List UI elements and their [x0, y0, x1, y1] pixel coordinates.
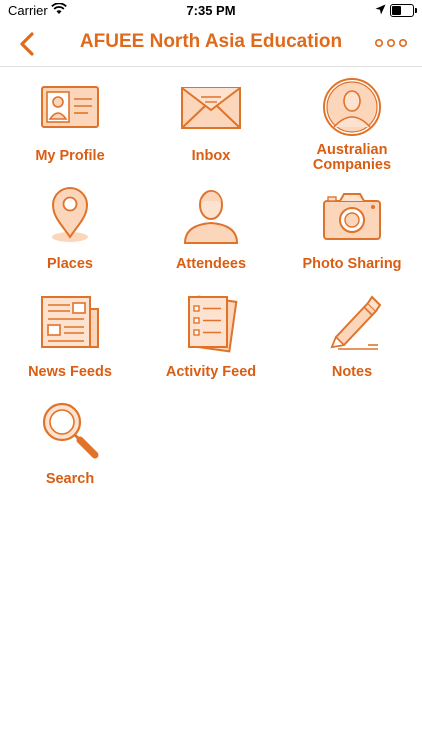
envelope-icon: [181, 87, 241, 129]
menu-item-label: My Profile: [35, 148, 105, 164]
menu-item-label: Photo Sharing: [302, 256, 402, 272]
menu-item-label: Inbox: [191, 148, 231, 164]
menu-item-attendees[interactable]: Attendees: [141, 185, 281, 290]
more-options-icon[interactable]: [374, 36, 408, 50]
location-arrow-icon: [375, 4, 386, 15]
menu-item-label: Attendees: [175, 256, 247, 272]
menu-item-activity-feed[interactable]: Activity Feed: [141, 293, 281, 398]
menu-item-label: Activity Feed: [165, 364, 257, 380]
magnifier-icon: [42, 402, 99, 459]
back-chevron-icon[interactable]: [14, 30, 42, 58]
page-title: AFUEE North Asia Education: [79, 31, 343, 52]
menu-item-inbox[interactable]: Inbox: [141, 77, 281, 182]
checklist-icon: [188, 295, 238, 353]
map-pin-icon: [51, 187, 89, 242]
menu-item-places[interactable]: Places: [0, 185, 140, 290]
menu-item-news-feeds[interactable]: News Feeds: [0, 293, 140, 398]
person-circle-icon: [323, 78, 381, 136]
pen-icon: [330, 295, 382, 350]
menu-item-my-profile[interactable]: My Profile: [0, 77, 140, 182]
menu-item-label: Notes: [331, 364, 373, 380]
menu-item-label: Australian Companies: [312, 142, 392, 173]
camera-icon: [323, 193, 381, 240]
newspaper-icon: [41, 296, 99, 348]
menu-item-label: Places: [47, 256, 93, 272]
menu-item-label: News Feeds: [28, 364, 112, 380]
menu-item-photo-sharing[interactable]: Photo Sharing: [282, 185, 422, 290]
status-bar: Carrier 7:35 PM: [0, 0, 422, 22]
menu-item-label: Search: [45, 471, 95, 487]
person-icon: [183, 190, 239, 244]
menu-item-australian-companies[interactable]: Australian Companies: [282, 77, 422, 182]
clock: 7:35 PM: [186, 3, 236, 18]
navigation-bar: AFUEE North Asia Education: [0, 22, 422, 67]
battery-icon: [390, 4, 417, 17]
menu-item-search[interactable]: Search: [0, 400, 140, 505]
profile-card-icon: [41, 86, 99, 128]
menu-item-notes[interactable]: Notes: [282, 293, 422, 398]
